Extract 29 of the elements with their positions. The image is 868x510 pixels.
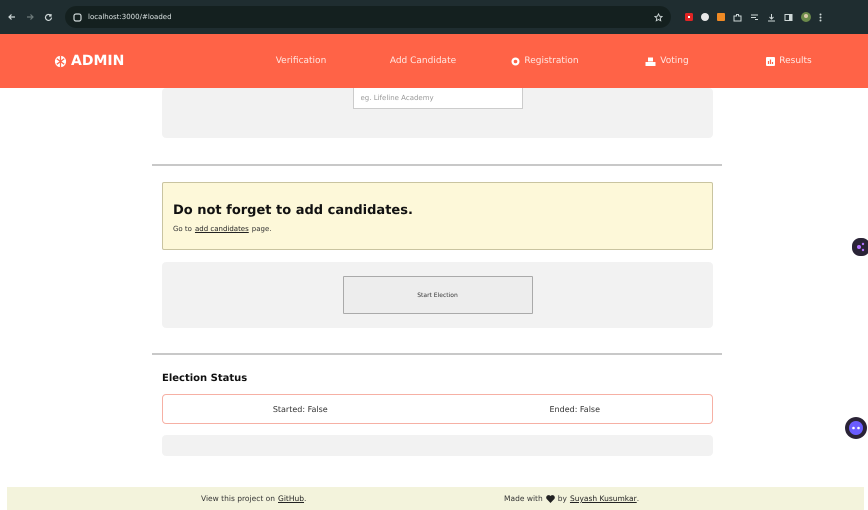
nav-link[interactable]: Voting (606, 56, 728, 66)
alert-title: Do not forget to add candidates. (173, 203, 414, 218)
download-icon[interactable] (767, 12, 776, 22)
nav-link[interactable]: Registration (484, 56, 606, 66)
ballot-box-icon (645, 56, 656, 66)
sidebar-icon[interactable] (784, 12, 793, 22)
avatar-icon[interactable] (801, 12, 811, 22)
chart-icon (766, 56, 776, 66)
site-info-icon[interactable] (73, 12, 82, 22)
status-text: Started: False (272, 404, 329, 414)
back-icon[interactable] (8, 13, 16, 21)
circle-icon (511, 56, 520, 66)
section-heading: Election Status (162, 373, 248, 384)
assistant-button-icon[interactable] (845, 417, 867, 439)
brand-icon (54, 54, 67, 68)
brand-name[interactable]: ADMIN (71, 53, 124, 69)
puzzle-icon[interactable] (733, 12, 742, 22)
menu-icon[interactable] (819, 12, 822, 22)
forward-icon[interactable] (26, 13, 34, 21)
sparkle-button-icon[interactable] (852, 238, 868, 256)
media-icon[interactable] (750, 12, 759, 22)
nav-link[interactable]: Verification (240, 56, 362, 66)
star-icon[interactable] (654, 12, 663, 22)
nav-link[interactable]: Results (728, 56, 850, 66)
reload-icon[interactable] (44, 12, 53, 22)
extension-icon[interactable] (685, 13, 693, 21)
heart-icon (546, 494, 555, 502)
nav-link[interactable]: Add Candidate (362, 56, 484, 66)
status-text: Ended: False (548, 404, 602, 414)
